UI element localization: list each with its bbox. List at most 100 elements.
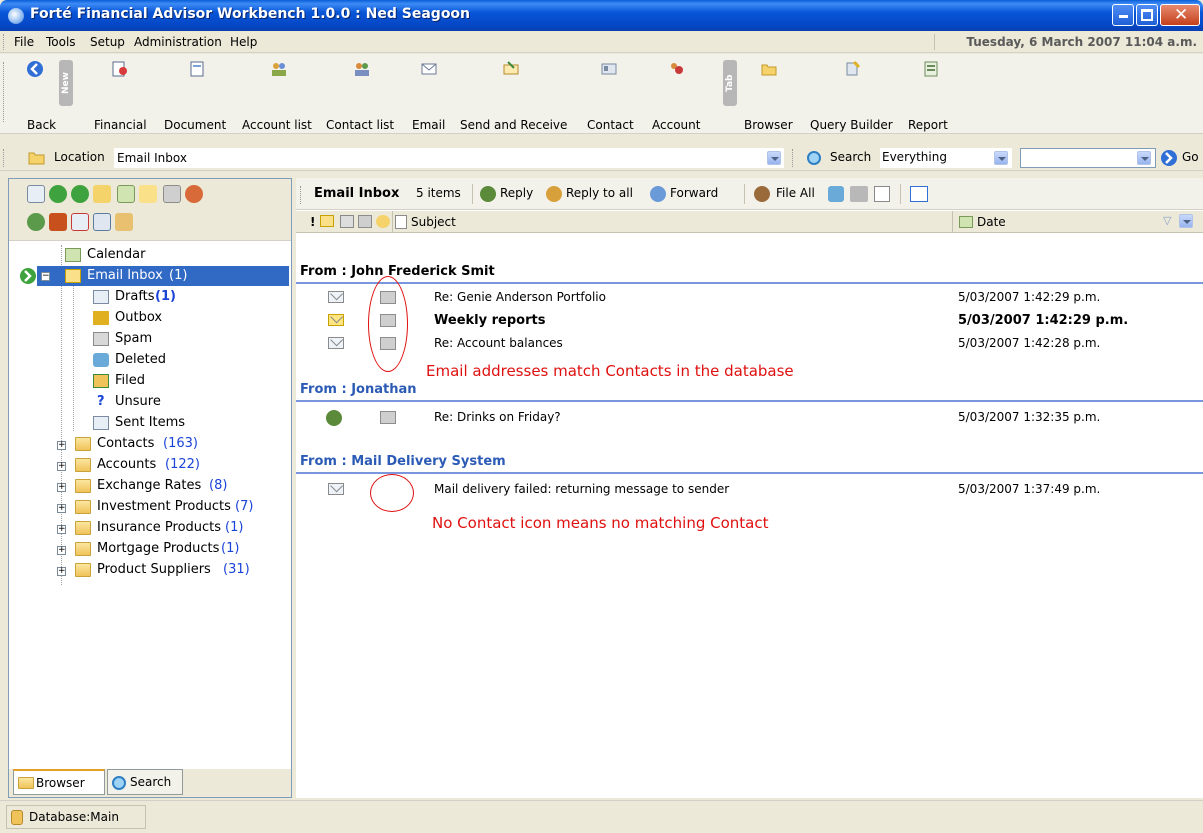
tree-view-icon[interactable] (93, 185, 111, 203)
contact-button[interactable]: Contact (584, 58, 634, 132)
calendar-icon[interactable] (117, 185, 135, 203)
send-receive-label: Send and Receive (460, 118, 568, 132)
search-text-input[interactable] (1020, 148, 1156, 168)
menu-administration[interactable]: Administration (134, 35, 222, 49)
accounts-icon[interactable] (185, 185, 203, 203)
up-arrow-icon[interactable] (49, 185, 67, 203)
minimize-button[interactable] (1112, 4, 1134, 26)
toolbar-grip (3, 62, 6, 122)
browser-button[interactable]: Browser (742, 58, 796, 132)
menu-file[interactable]: File (14, 35, 34, 49)
column-chooser-icon[interactable] (1179, 214, 1193, 228)
menu-help[interactable]: Help (230, 35, 257, 49)
people-icon[interactable] (27, 213, 45, 231)
deleted-icon[interactable] (828, 186, 844, 202)
reply-all-button[interactable]: Reply to all (546, 183, 636, 205)
subject-column-label: Subject (411, 215, 456, 229)
reply-icon (480, 186, 496, 202)
expand-toggle[interactable]: + (57, 525, 66, 534)
expand-toggle[interactable]: + (57, 441, 66, 450)
expand-toggle[interactable]: + (57, 546, 66, 555)
search-scope-dropdown-icon[interactable] (994, 151, 1008, 165)
maximize-icon (1141, 9, 1153, 21)
contact-column-icon[interactable] (358, 215, 372, 228)
email-button[interactable]: Email (410, 58, 448, 132)
search-text-dropdown-icon[interactable] (1137, 151, 1151, 165)
email-row[interactable]: Weekly reports 5/03/2007 1:42:29 p.m. (296, 309, 1203, 332)
contact-list-button[interactable]: Contact list (326, 58, 398, 132)
window-title: Forté Financial Advisor Workbench 1.0.0 … (30, 6, 471, 22)
date-column-header[interactable]: Date ▽ (952, 211, 1203, 233)
close-button[interactable]: ✕ (1160, 4, 1200, 26)
back-label: Back (27, 118, 57, 132)
main-toolbar: Back New Financial Document Account list… (0, 54, 1203, 134)
document-button[interactable]: Document (160, 58, 234, 132)
forward-button[interactable]: Forward (650, 183, 740, 205)
current-location-arrow-icon (20, 268, 36, 284)
browser-label: Browser (744, 118, 793, 132)
go-button[interactable]: Go (1160, 148, 1202, 168)
group-header[interactable]: From : Mail Delivery System (300, 454, 506, 469)
tree-label: Mortgage Products (97, 541, 220, 556)
contact-card-icon[interactable] (163, 185, 181, 203)
maximize-button[interactable] (1136, 4, 1158, 26)
expand-toggle[interactable]: + (57, 567, 66, 576)
email-row[interactable]: Re: Genie Anderson Portfolio 5/03/2007 1… (296, 286, 1203, 309)
list-icon[interactable] (93, 213, 111, 231)
expand-toggle[interactable]: + (57, 504, 66, 513)
title-bar[interactable]: Forté Financial Advisor Workbench 1.0.0 … (0, 0, 1203, 31)
menu-grip (3, 34, 6, 50)
report-button[interactable]: Report (906, 58, 956, 132)
email-date: 5/03/2007 1:42:29 p.m. (958, 313, 1129, 328)
read-status-column-icon[interactable] (320, 215, 334, 227)
box-icon[interactable] (49, 213, 67, 231)
reply-button[interactable]: Reply (480, 183, 542, 205)
file-all-button[interactable]: File All (754, 183, 820, 205)
layout-icon[interactable] (910, 186, 928, 202)
refresh-icon[interactable] (27, 185, 45, 203)
key-column-icon[interactable] (376, 215, 390, 228)
note-icon[interactable] (71, 213, 89, 231)
folder-tree: Calendar − Email Inbox (1) Drafts (1) Ou… (9, 245, 291, 765)
group-header[interactable]: From : Jonathan (300, 382, 416, 397)
preview-icon[interactable] (874, 186, 890, 202)
database-label: Database:Main (29, 810, 119, 824)
tree-label: Accounts (97, 457, 157, 472)
recycle-bin-icon (93, 353, 109, 367)
down-arrow-icon[interactable] (71, 185, 89, 203)
email-row[interactable]: Re: Drinks on Friday? 5/03/2007 1:32:35 … (296, 406, 1203, 429)
annotation-text: Email addresses match Contacts in the da… (426, 362, 794, 380)
collapse-toggle[interactable]: − (41, 272, 50, 281)
location-dropdown-icon[interactable] (767, 151, 781, 165)
tree-count: (1) (169, 268, 188, 283)
export-icon[interactable] (115, 213, 133, 231)
location-dropdown[interactable]: Email Inbox (114, 148, 784, 168)
menu-tools[interactable]: Tools (46, 35, 76, 49)
email-row[interactable]: Mail delivery failed: returning message … (296, 478, 1203, 501)
query-builder-button[interactable]: Query Builder (808, 58, 898, 132)
print-icon[interactable] (850, 186, 868, 202)
back-button[interactable]: Back (20, 58, 56, 132)
search-scope-dropdown[interactable]: Everything (880, 148, 1012, 168)
tab-browser[interactable]: Browser (13, 769, 105, 795)
inbox-icon[interactable] (139, 185, 157, 203)
attachment-column-icon[interactable] (340, 215, 354, 228)
account-list-button[interactable]: Account list (240, 58, 318, 132)
expand-toggle[interactable]: + (57, 483, 66, 492)
group-header[interactable]: From : John Frederick Smit (300, 264, 495, 279)
tab-search[interactable]: Search (107, 769, 183, 795)
account-label: Account (652, 118, 701, 132)
importance-column-icon[interactable]: ! (310, 215, 315, 229)
subject-column-header[interactable]: Subject (392, 211, 952, 233)
expand-toggle[interactable]: + (57, 462, 66, 471)
back-arrow-icon (27, 61, 43, 77)
account-button[interactable]: Account (648, 58, 704, 132)
search-scope-value: Everything (882, 150, 947, 164)
document-icon (190, 61, 204, 77)
go-arrow-icon (1161, 150, 1177, 166)
send-receive-button[interactable]: Send and Receive (456, 58, 568, 132)
financial-button[interactable]: Financial (88, 58, 152, 132)
contact-label: Contact (587, 118, 634, 132)
menu-setup[interactable]: Setup (90, 35, 125, 49)
email-row[interactable]: Re: Account balances 5/03/2007 1:42:28 p… (296, 332, 1203, 355)
